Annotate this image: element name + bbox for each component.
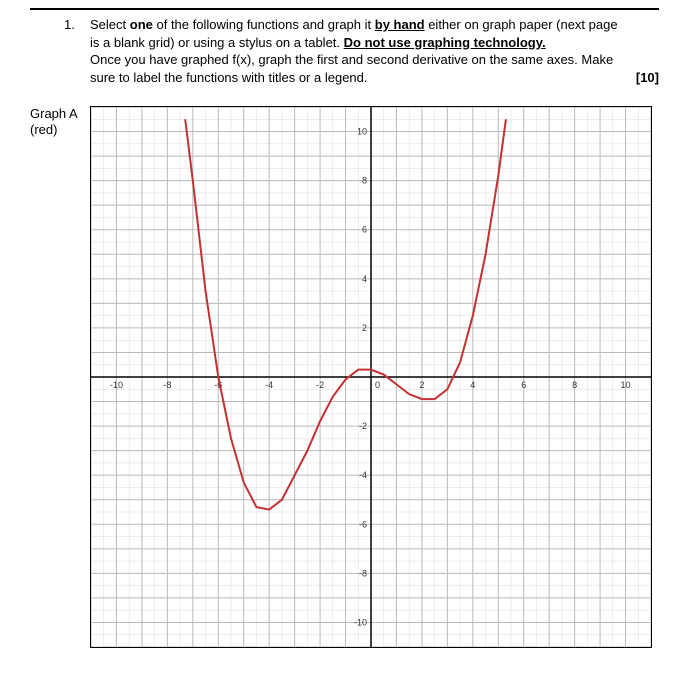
graph-area: Graph A (red) -10-8-6-4-20246810-10-8-6-…: [30, 106, 659, 651]
q-line1-ub: by hand: [375, 17, 425, 32]
q-line2-ub: Do not use graphing technology.: [344, 35, 546, 50]
svg-text:-8: -8: [163, 380, 171, 390]
top-rule: [30, 8, 659, 10]
svg-text:-10: -10: [110, 380, 123, 390]
svg-text:0: 0: [375, 380, 380, 390]
svg-text:-4: -4: [359, 470, 367, 480]
document-page: 1. Select one of the following functions…: [0, 0, 689, 700]
q-line1-b: of the following functions and graph it: [153, 17, 375, 32]
q-line1-a: Select: [90, 17, 130, 32]
chart-frame: -10-8-6-4-20246810-10-8-6-4-2246810: [90, 106, 652, 648]
question-text: 1. Select one of the following functions…: [30, 16, 659, 86]
chart: -10-8-6-4-20246810-10-8-6-4-2246810: [91, 107, 651, 647]
q-line3: Once you have graphed f(x), graph the fi…: [90, 52, 613, 67]
svg-text:4: 4: [470, 380, 475, 390]
svg-text:2: 2: [362, 323, 367, 333]
svg-text:-2: -2: [359, 421, 367, 431]
graph-label-sub: (red): [30, 122, 57, 137]
q-line2-a: is a blank grid) or using a stylus on a …: [90, 35, 344, 50]
svg-text:-8: -8: [359, 569, 367, 579]
svg-text:2: 2: [419, 380, 424, 390]
q-line4: sure to label the functions with titles …: [90, 70, 368, 85]
svg-text:-10: -10: [354, 618, 367, 628]
svg-text:4: 4: [362, 274, 367, 284]
question-number: 1.: [64, 16, 75, 34]
svg-text:6: 6: [362, 225, 367, 235]
svg-text:-4: -4: [265, 380, 273, 390]
graph-label-title: Graph A: [30, 106, 78, 121]
marks: [10]: [636, 69, 659, 87]
q-line1-c: either on graph paper (next page: [425, 17, 618, 32]
svg-text:10: 10: [357, 127, 367, 137]
svg-text:6: 6: [521, 380, 526, 390]
svg-text:10: 10: [621, 380, 631, 390]
q-line1-bold: one: [130, 17, 153, 32]
graph-label: Graph A (red): [30, 106, 90, 137]
svg-text:-6: -6: [359, 519, 367, 529]
svg-text:-2: -2: [316, 380, 324, 390]
svg-text:8: 8: [362, 176, 367, 186]
svg-text:8: 8: [572, 380, 577, 390]
